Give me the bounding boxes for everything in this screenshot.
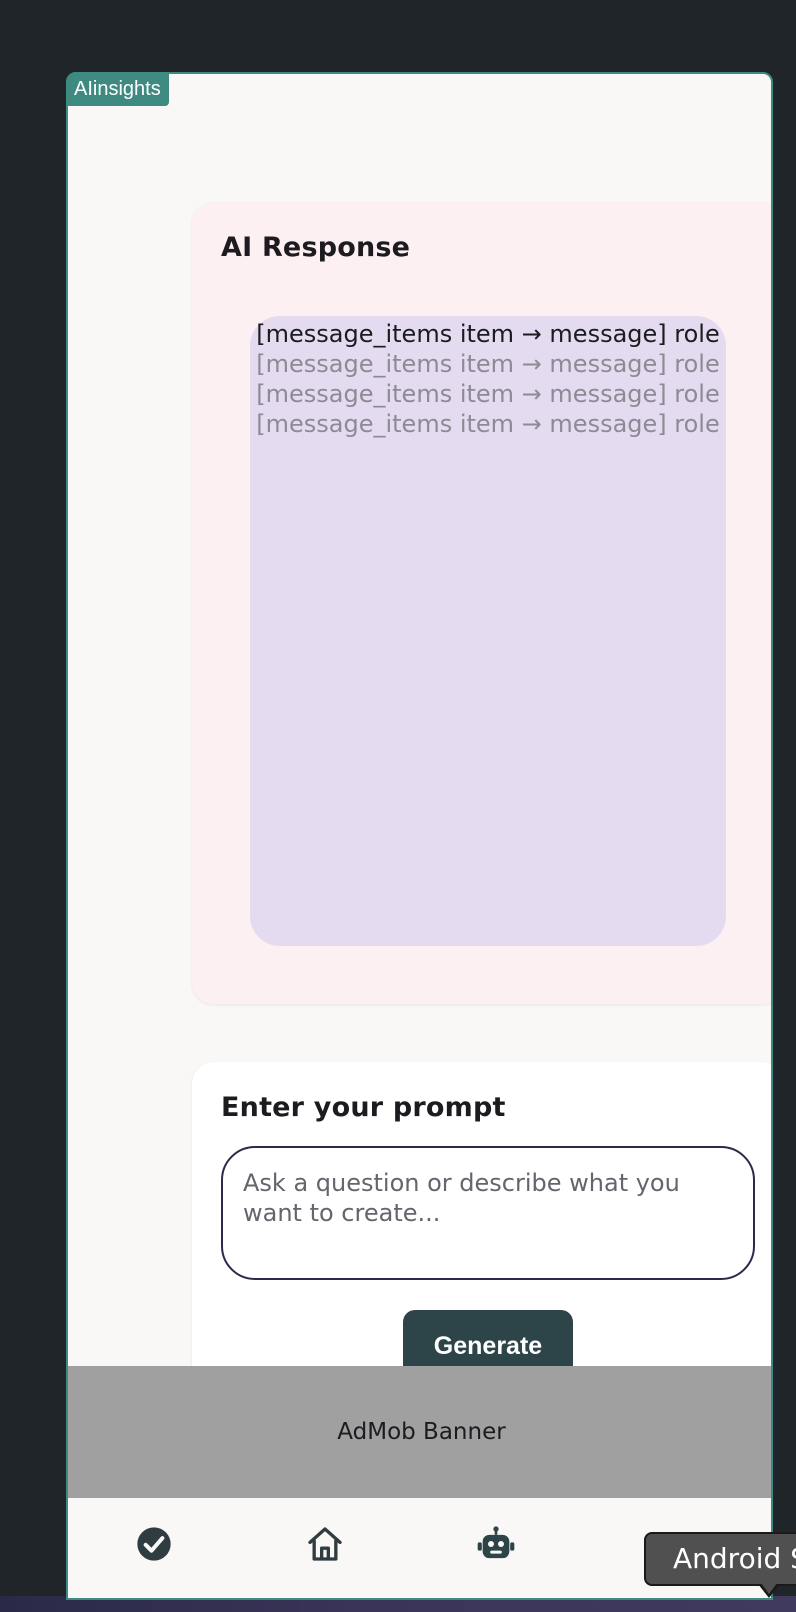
prompt-title: Enter your prompt xyxy=(221,1092,506,1123)
home-icon xyxy=(308,1527,342,1561)
nav-item-ai[interactable] xyxy=(476,1524,516,1564)
device-frame: AI Response [message_items item → messag… xyxy=(66,72,773,1600)
admob-banner[interactable]: AdMob Banner xyxy=(68,1366,771,1498)
admob-label: AdMob Banner xyxy=(337,1419,506,1445)
prompt-input[interactable] xyxy=(221,1146,755,1280)
message-item: [message_items item → message] role xyxy=(256,320,720,348)
robot-icon xyxy=(477,1526,515,1559)
frame-tag: AIinsights xyxy=(66,72,169,106)
message-list[interactable]: [message_items item → message] role [mes… xyxy=(250,316,726,946)
message-item: [message_items item → message] role xyxy=(256,410,720,438)
device-tooltip: Android S xyxy=(644,1532,796,1586)
prompt-card: Enter your prompt Generate xyxy=(192,1062,771,1412)
tooltip-tail-fill xyxy=(761,1583,777,1594)
ai-response-card: AI Response [message_items item → messag… xyxy=(192,202,771,1004)
ai-response-title: AI Response xyxy=(221,232,411,263)
message-item: [message_items item → message] role xyxy=(256,350,720,378)
nav-item-home[interactable] xyxy=(305,1524,345,1564)
nav-item-tasks[interactable] xyxy=(134,1524,174,1564)
message-item: [message_items item → message] role xyxy=(256,380,720,408)
check-circle-icon xyxy=(137,1527,171,1561)
